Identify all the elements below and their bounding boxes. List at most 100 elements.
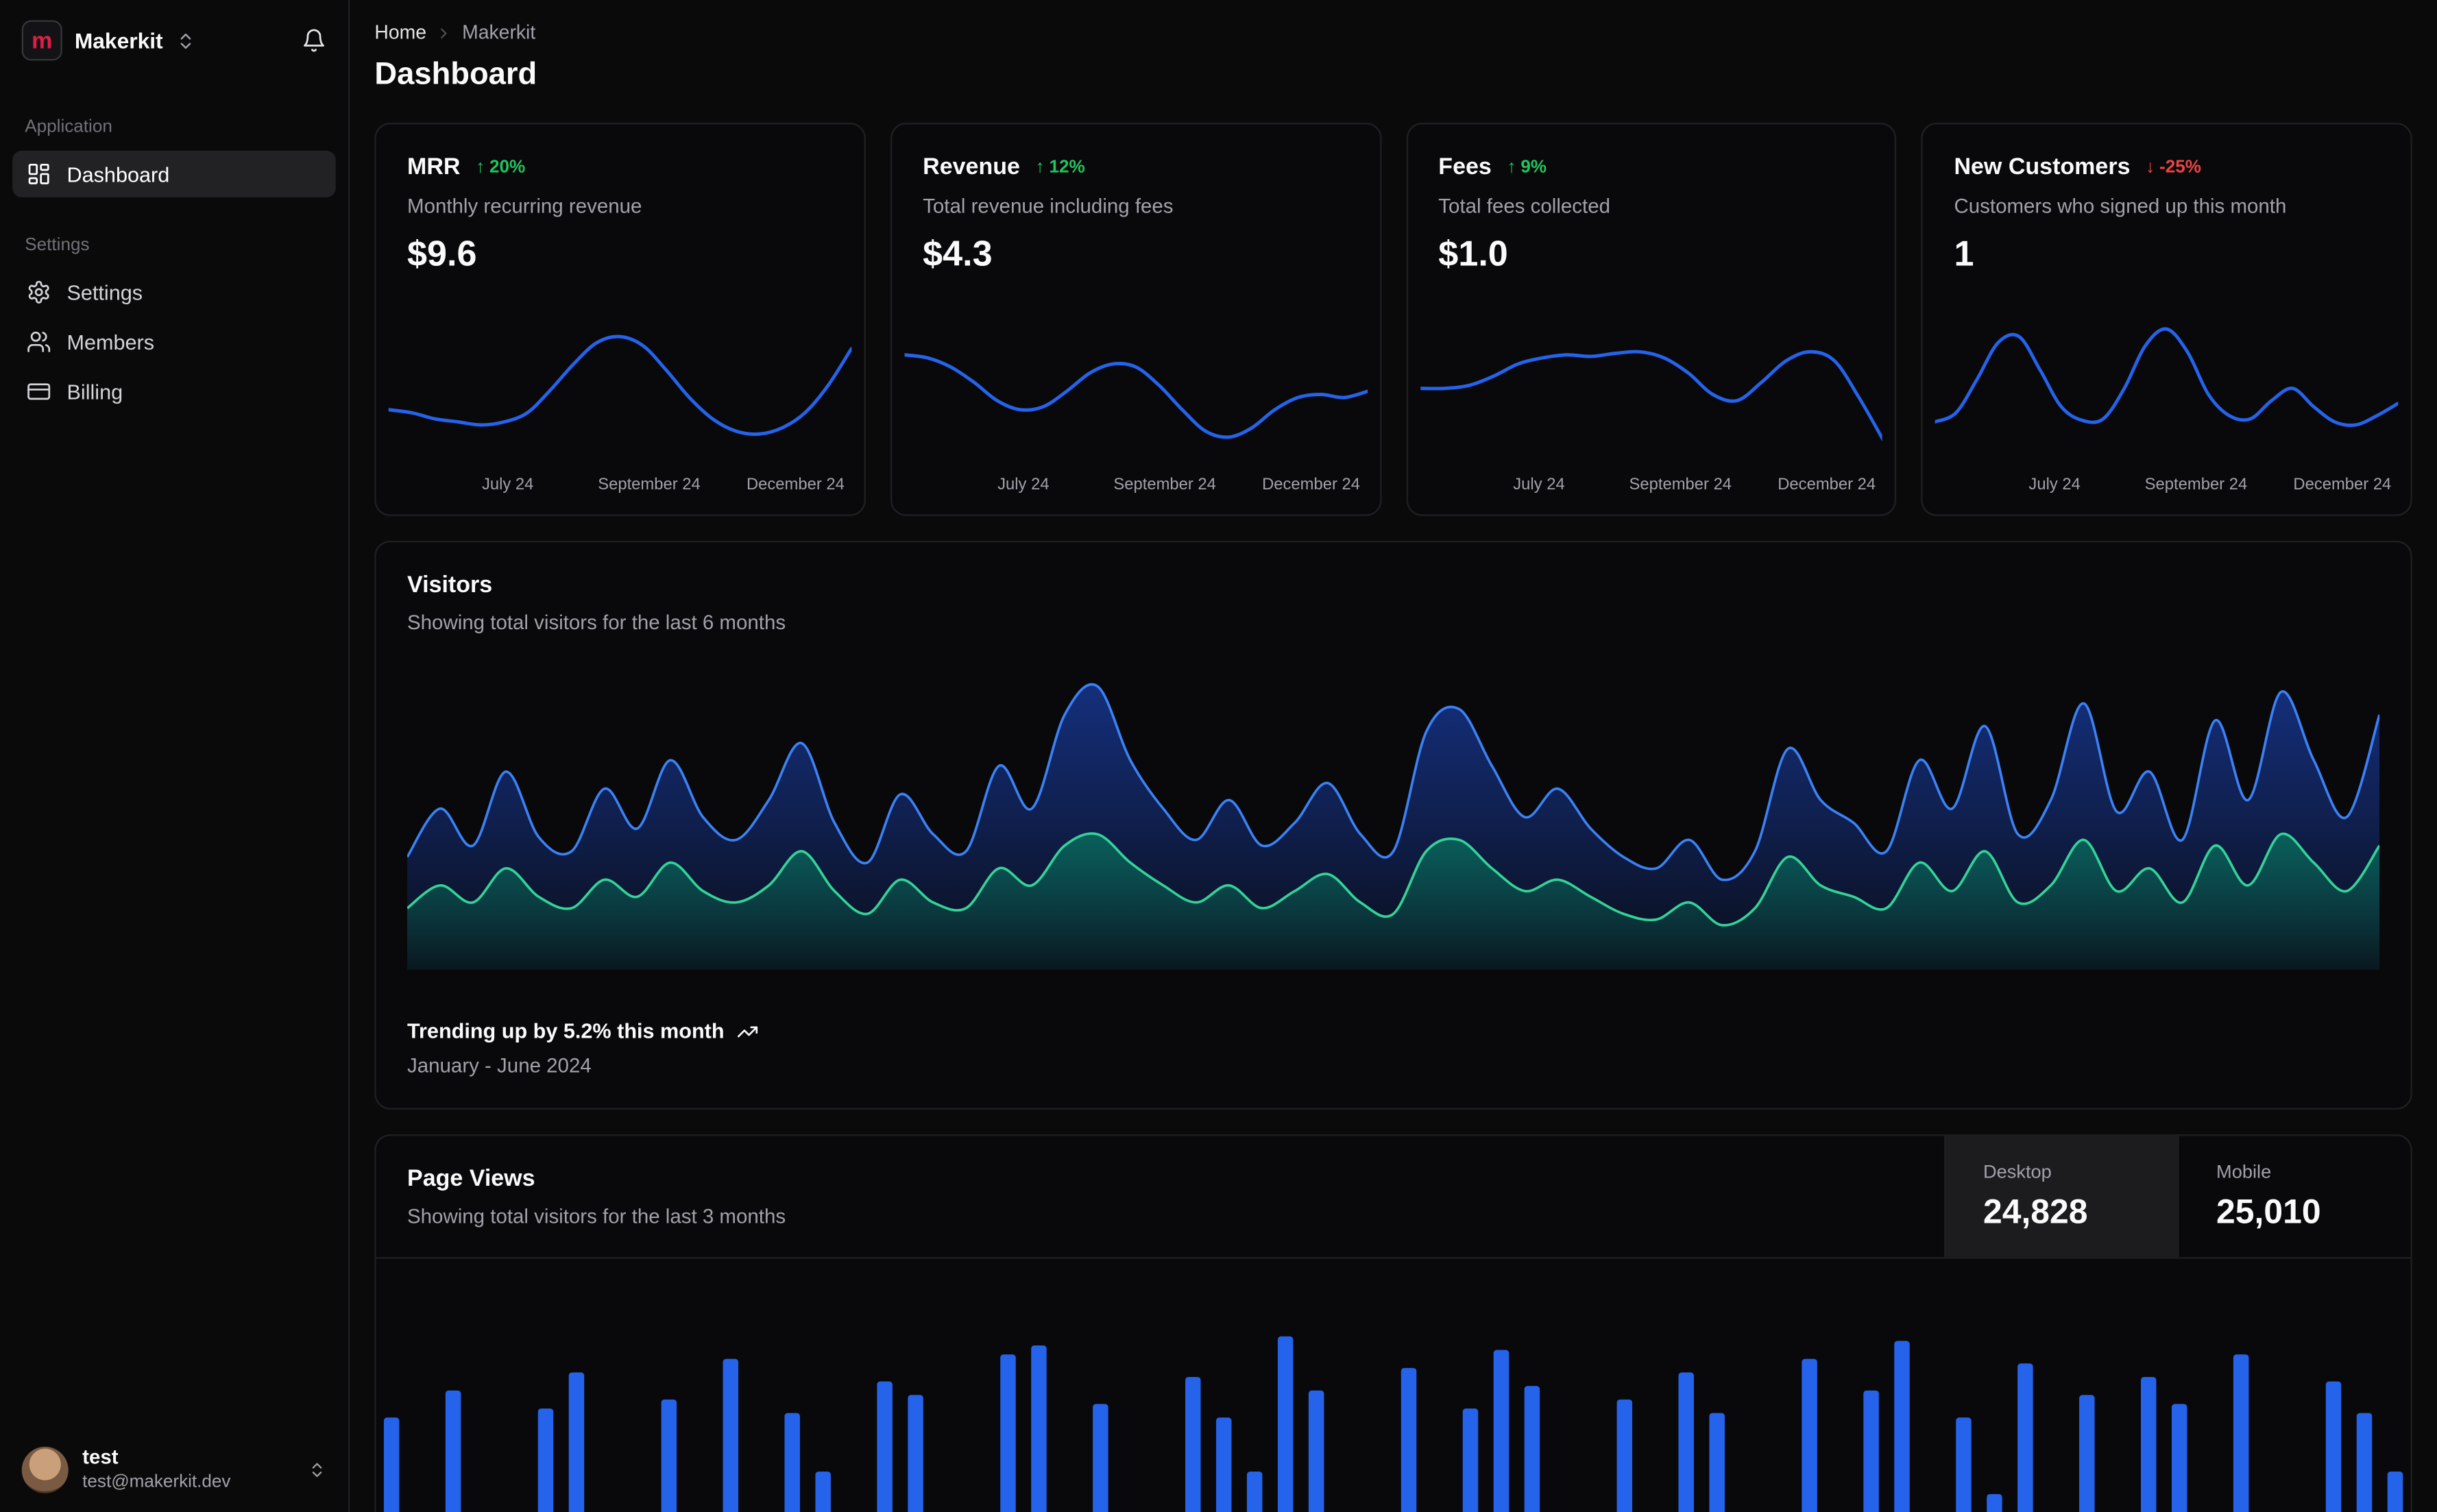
trend-down-icon: ↓ [2146, 158, 2155, 177]
stat-value: 1 [1954, 233, 1974, 274]
stat-subtitle: Monthly recurring revenue [407, 194, 642, 218]
trending-up-icon [738, 1025, 758, 1037]
mrr-sparkline-chart [376, 297, 864, 471]
axis-label: December 24 [2293, 475, 2392, 494]
stat-value: $9.6 [407, 233, 477, 274]
axis-label: December 24 [1262, 475, 1360, 494]
page-views-title: Page Views [407, 1165, 535, 1192]
chevrons-up-down-icon [308, 1460, 326, 1478]
stat-value: $1.0 [1438, 233, 1508, 274]
axis-label: July 24 [481, 475, 534, 494]
page-views-bar-chart [376, 1258, 2411, 1512]
workspace-name: Makerkit [74, 27, 163, 53]
axis-label: July 24 [2028, 475, 2081, 494]
sparkline-axis-labels: July 24 September 24 December 24 [1407, 476, 1895, 499]
user-menu[interactable]: test test@makerkit.dev [0, 1427, 348, 1512]
trend-value: 20% [489, 158, 526, 177]
stat-card-revenue: Revenue ↑ 12% Total revenue including fee… [890, 123, 1381, 516]
workspace-switcher[interactable]: m Makerkit [0, 0, 348, 81]
sidebar: m Makerkit Application Dashboard Setting… [0, 0, 350, 1512]
breadcrumb-home-link[interactable]: Home [374, 22, 426, 44]
app-window: m Makerkit Application Dashboard Setting… [0, 0, 2437, 1512]
sidebar-item-dashboard[interactable]: Dashboard [12, 150, 336, 197]
user-avatar [21, 1446, 69, 1493]
sparkline-axis-labels: July 24 September 24 December 24 [892, 476, 1379, 499]
trend-badge: ↓ -25% [2146, 158, 2201, 176]
visitors-period: January - June 2024 [407, 1053, 592, 1077]
stat-label: Desktop [1983, 1160, 2052, 1183]
trend-up-icon: ↑ [476, 158, 485, 177]
dashboard-grid-icon [28, 163, 49, 184]
page-views-header: Page Views Showing total visitors for th… [376, 1136, 2411, 1259]
page-title: Dashboard [374, 57, 537, 92]
trend-badge: ↑ 12% [1036, 158, 1085, 176]
new-customers-sparkline-chart [1923, 297, 2410, 471]
trend-badge: ↑ 20% [476, 158, 525, 176]
visitors-subtitle: Showing total visitors for the last 6 mo… [407, 611, 786, 635]
section-label-settings: Settings [25, 236, 90, 255]
sidebar-item-members[interactable]: Members [12, 319, 336, 365]
sidebar-item-settings[interactable]: Settings [12, 269, 336, 315]
page-views-card: Page Views Showing total visitors for th… [374, 1134, 2412, 1512]
chevrons-up-down-icon [175, 30, 195, 50]
chevron-right-icon [436, 24, 453, 41]
trend-value: -25% [2159, 158, 2201, 177]
axis-label: July 24 [1513, 475, 1565, 494]
fees-sparkline-chart [1407, 297, 1895, 471]
page-views-toggle-mobile[interactable]: Mobile 25,010 [2177, 1136, 2410, 1258]
trend-value: 9% [1520, 158, 1547, 177]
sparkline-axis-labels: July 24 September 24 December 24 [376, 476, 864, 499]
axis-label: September 24 [2144, 475, 2248, 494]
stat-cards-row: MRR ↑ 20% Monthly recurring revenue $9.6 … [374, 123, 2412, 516]
stat-title: New Customers [1954, 154, 2131, 180]
sidebar-item-billing[interactable]: Billing [12, 368, 336, 415]
visitors-footer: Trending up by 5.2% this month January -… [407, 1019, 2379, 1077]
visitors-card: Visitors Showing total visitors for the … [374, 540, 2412, 1110]
breadcrumb-current: Makerkit [462, 21, 536, 44]
trend-up-icon: ↑ [1035, 158, 1045, 177]
sidebar-item-label: Billing [66, 380, 123, 404]
section-label-application: Application [25, 118, 112, 137]
stat-title: Fees [1438, 154, 1492, 180]
axis-label: September 24 [1629, 475, 1732, 494]
stat-value: 24,828 [1983, 1191, 2088, 1231]
sidebar-item-label: Settings [66, 280, 143, 304]
main-content: Home Makerkit Dashboard MRR ↑ 20% Monthly… [350, 0, 2437, 1512]
stat-card-fees: Fees ↑ 9% Total fees collected $1.0 July … [1405, 123, 1897, 516]
stat-title: MRR [407, 154, 461, 180]
visitors-trend-text: Trending up by 5.2% this month [407, 1019, 725, 1043]
credit-card-icon [27, 383, 51, 400]
gear-icon [28, 280, 49, 304]
page-views-toggle-desktop[interactable]: Desktop 24,828 [1944, 1136, 2178, 1258]
user-email: test@makerkit.dev [82, 1472, 231, 1491]
axis-label: July 24 [997, 475, 1050, 494]
stat-card-new-customers: New Customers ↓ -25% Customers who signed… [1921, 123, 2412, 516]
user-name: test [82, 1446, 119, 1470]
trend-badge: ↑ 9% [1507, 158, 1547, 176]
stat-card-mrr: MRR ↑ 20% Monthly recurring revenue $9.6 … [374, 123, 866, 516]
trend-value: 12% [1049, 158, 1085, 177]
page-views-subtitle: Showing total visitors for the last 3 mo… [407, 1204, 786, 1228]
stat-value: 25,010 [2216, 1191, 2321, 1231]
sparkline-axis-labels: July 24 September 24 December 24 [1923, 476, 2410, 499]
axis-label: December 24 [1778, 475, 1876, 494]
stat-subtitle: Total revenue including fees [923, 194, 1174, 218]
stat-label: Mobile [2216, 1160, 2272, 1183]
visitors-title: Visitors [407, 572, 493, 598]
axis-label: September 24 [598, 475, 701, 494]
notifications-bell-icon[interactable] [302, 28, 326, 53]
sidebar-item-label: Dashboard [66, 162, 170, 186]
stat-subtitle: Customers who signed up this month [1954, 194, 2287, 218]
users-icon [27, 331, 51, 352]
stat-subtitle: Total fees collected [1438, 194, 1611, 218]
stat-value: $4.3 [923, 233, 993, 274]
revenue-sparkline-chart [892, 297, 1379, 471]
trend-up-icon: ↑ [1507, 158, 1516, 177]
sidebar-item-label: Members [66, 330, 155, 354]
makerkit-logo: m [21, 20, 62, 61]
stat-title: Revenue [923, 154, 1020, 180]
breadcrumb: Home Makerkit [374, 22, 2412, 44]
axis-label: September 24 [1113, 475, 1216, 494]
visitors-area-chart [407, 671, 2380, 970]
axis-label: December 24 [746, 475, 845, 494]
